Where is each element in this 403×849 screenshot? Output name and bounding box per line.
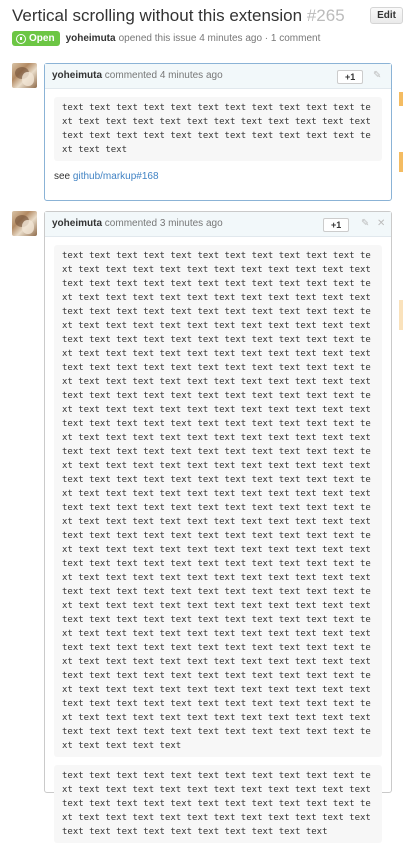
code-block: text text text text text text text text … xyxy=(54,97,382,161)
issue-title-text: Vertical scrolling without this extensio… xyxy=(12,6,303,25)
comment-body: text text text text text text text text … xyxy=(45,237,391,849)
issue-meta-text: opened this issue 4 minutes ago · 1 comm… xyxy=(118,33,321,44)
sidebar-edge xyxy=(399,92,403,106)
code-block: text text text text text text text text … xyxy=(54,765,382,843)
comment-author[interactable]: yoheimuta xyxy=(52,218,102,229)
state-badge: Open xyxy=(12,31,60,46)
issue-opened-icon xyxy=(16,33,26,44)
avatar[interactable] xyxy=(12,211,37,236)
issue-title: Vertical scrolling without this extensio… xyxy=(12,4,345,28)
sidebar-edge xyxy=(399,152,403,172)
comment-time: commented 4 minutes ago xyxy=(104,70,223,81)
reference-line: see github/markup#168 xyxy=(54,171,382,182)
comment-author[interactable]: yoheimuta xyxy=(52,70,102,81)
see-prefix: see xyxy=(54,171,73,182)
markup-issue-link[interactable]: github/markup#168 xyxy=(73,171,159,182)
pencil-icon[interactable]: ✎ xyxy=(373,64,381,88)
plus-one-button[interactable]: +1 xyxy=(337,70,364,84)
comment-header: yoheimuta commented 3 minutes ago +1 ✎ ✕ xyxy=(45,212,391,237)
comment-body: text text text text text text text text … xyxy=(45,89,391,188)
code-block: text text text text text text text text … xyxy=(54,245,382,757)
state-label: Open xyxy=(29,33,55,44)
issue-number: #265 xyxy=(306,6,345,25)
comment-header: yoheimuta commented 4 minutes ago +1 ✎ xyxy=(45,64,391,89)
plus-one-button[interactable]: +1 xyxy=(323,218,350,232)
avatar[interactable] xyxy=(12,63,37,88)
issue-header: Vertical scrolling without this extensio… xyxy=(12,4,403,46)
issue-author[interactable]: yoheimuta xyxy=(66,33,116,44)
comment-time: commented 3 minutes ago xyxy=(104,218,223,229)
sidebar-edge xyxy=(399,300,403,330)
close-icon[interactable]: ✕ xyxy=(377,212,385,236)
issue-title-row: Vertical scrolling without this extensio… xyxy=(12,4,403,28)
comment-box: yoheimuta commented 4 minutes ago +1 ✎ t… xyxy=(44,63,392,201)
pencil-icon[interactable]: ✎ xyxy=(361,212,369,236)
issue-meta: Open yoheimuta opened this issue 4 minut… xyxy=(12,31,403,46)
edit-button[interactable]: Edit xyxy=(370,7,403,24)
comment-box: yoheimuta commented 3 minutes ago +1 ✎ ✕… xyxy=(44,211,392,843)
